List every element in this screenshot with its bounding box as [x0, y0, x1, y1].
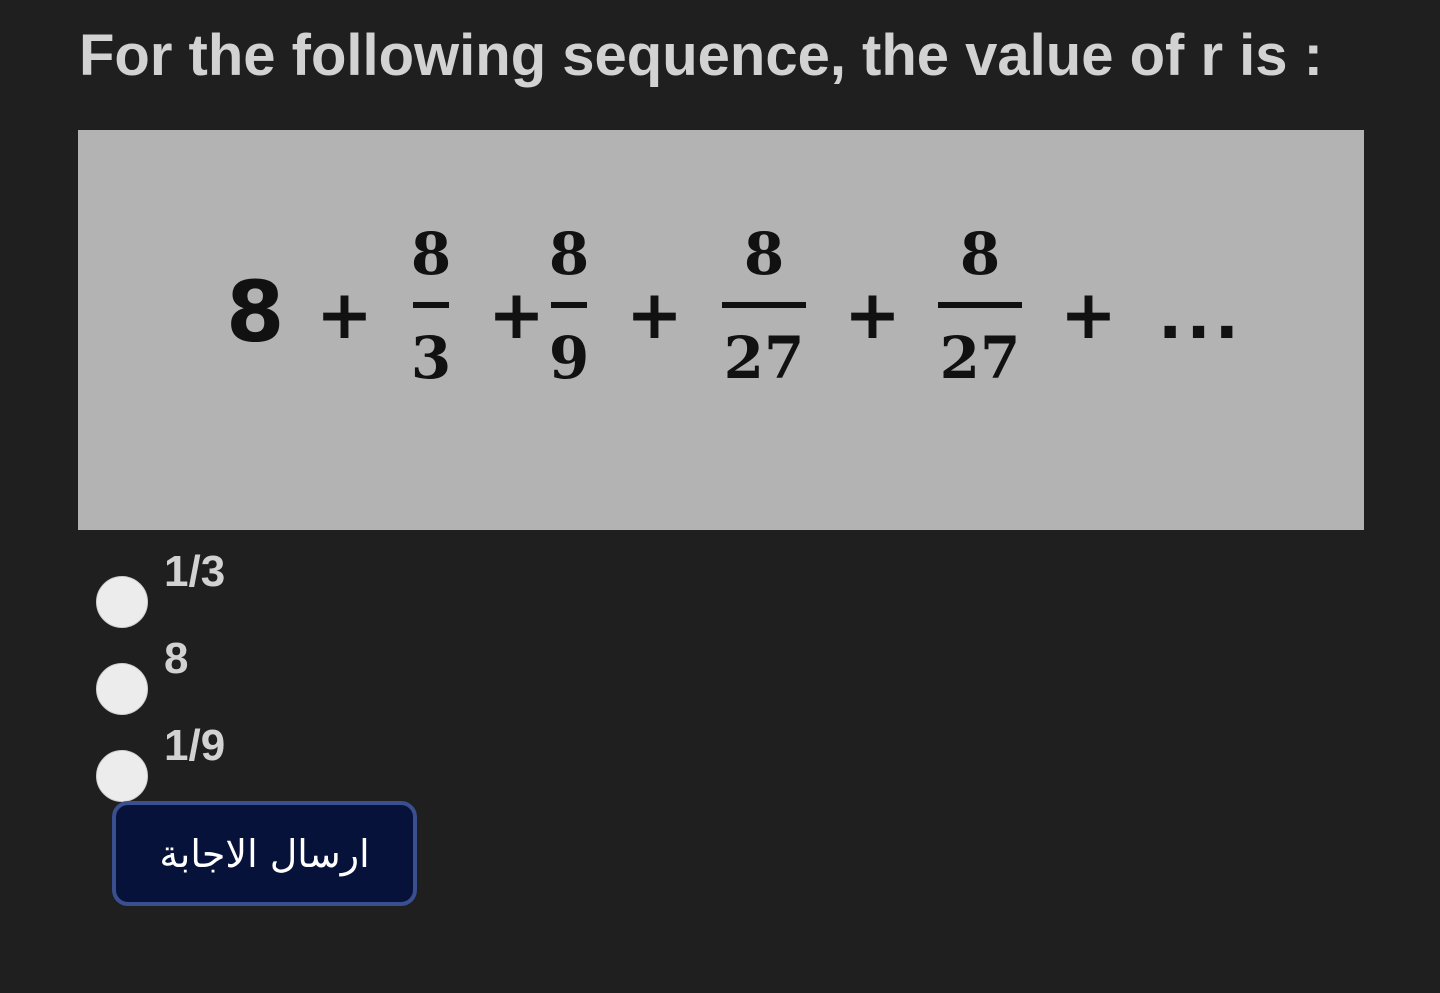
fraction-term-3: 8 27 — [714, 222, 814, 390]
fraction-numerator: 8 — [743, 220, 785, 288]
radio-button[interactable] — [96, 749, 148, 802]
question-title: For the following sequence, the value of… — [79, 23, 1323, 88]
radio-button[interactable] — [96, 662, 148, 715]
fraction-bar — [938, 302, 1022, 308]
plus-sign: + — [626, 276, 683, 355]
fraction-denominator: 27 — [939, 324, 1021, 392]
fraction-term-4: 8 27 — [930, 222, 1030, 390]
answer-option[interactable]: 1/9 — [96, 714, 226, 802]
answer-option-label: 8 — [164, 634, 189, 683]
submit-answer-button[interactable]: ارسال الاجابة — [112, 801, 417, 906]
plus-sign: + — [316, 276, 373, 355]
answer-option[interactable]: 8 — [96, 627, 225, 715]
fraction-numerator: 8 — [548, 220, 590, 288]
fraction-bar — [413, 302, 449, 308]
ellipsis: ... — [1158, 280, 1243, 354]
fraction-bar — [551, 302, 587, 308]
fraction-denominator: 9 — [548, 324, 590, 392]
fraction-term-1: 8 3 — [386, 222, 476, 390]
sequence-equation-image: 8 + 8 3 + 8 9 + 8 27 + 8 27 + ... — [78, 130, 1364, 530]
answer-option[interactable]: 1/3 — [96, 540, 226, 628]
answer-option-label: 1/9 — [164, 721, 226, 770]
answer-options: 1/3 8 1/9 — [96, 540, 226, 802]
radio-button[interactable] — [96, 575, 148, 628]
fraction-denominator: 27 — [723, 324, 805, 392]
sequence-equation: 8 + 8 3 + 8 9 + 8 27 + 8 27 + ... — [78, 130, 1364, 530]
fraction-denominator: 3 — [410, 324, 452, 392]
fraction-numerator: 8 — [410, 220, 452, 288]
plus-sign: + — [1060, 276, 1117, 355]
answer-option-label: 1/3 — [164, 547, 226, 596]
fraction-numerator: 8 — [959, 220, 1001, 288]
fraction-bar — [722, 302, 806, 308]
plus-sign: + — [844, 276, 901, 355]
equation-lead-term: 8 — [226, 263, 285, 361]
fraction-term-2: 8 9 — [524, 222, 614, 390]
